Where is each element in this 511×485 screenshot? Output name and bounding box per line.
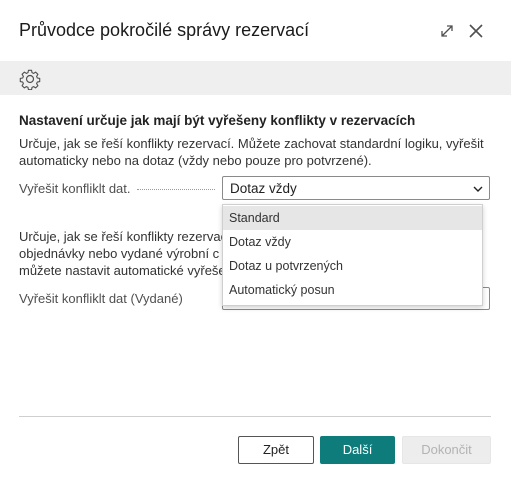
field2-label: Vyřešit konfliklt dat (Vydané)	[19, 291, 183, 306]
dropdown-list: Standard Dotaz vždy Dotaz u potvrzených …	[222, 204, 483, 306]
field2-description-line: můžete nastavit automatické vyřeše	[19, 263, 226, 278]
field2-description-line: objednávky nebo vydané výrobní c	[19, 246, 220, 261]
conflict-select[interactable]: Dotaz vždy	[222, 176, 490, 200]
next-button[interactable]: Další	[320, 436, 395, 464]
expand-icon[interactable]	[438, 22, 456, 40]
dropdown-option-dotaz-vzdy[interactable]: Dotaz vždy	[223, 230, 482, 254]
dropdown-option-automaticky-posun[interactable]: Automatický posun	[223, 278, 482, 302]
field1-description: Určuje, jak se řeší konflikty rezervací.…	[19, 136, 484, 168]
conflict-select-value: Dotaz vždy	[230, 181, 297, 196]
footer-divider	[19, 416, 491, 417]
chevron-down-icon	[473, 181, 483, 192]
field2-description: Určuje, jak se řeší konflikty rezervac o…	[19, 228, 229, 282]
gear-icon[interactable]	[19, 68, 41, 91]
field2-description-line: Určuje, jak se řeší konflikty rezervac	[19, 229, 228, 244]
dialog-title: Průvodce pokročilé správy rezervací	[19, 20, 310, 40]
field1-label: Vyřešit konfliklt dat.	[19, 181, 215, 196]
toolbar	[0, 61, 511, 95]
finish-button[interactable]: Dokončit	[402, 436, 491, 464]
section-title: Nastavení určuje jak mají být vyřešeny k…	[19, 113, 416, 128]
label-dots	[136, 189, 215, 190]
dropdown-option-dotaz-u-potvrzenych[interactable]: Dotaz u potvrzených	[223, 254, 482, 278]
close-icon[interactable]	[467, 22, 485, 40]
field1-label-text: Vyřešit konfliklt dat.	[19, 181, 131, 196]
back-button[interactable]: Zpět	[238, 436, 314, 464]
dropdown-option-standard[interactable]: Standard	[223, 206, 482, 230]
